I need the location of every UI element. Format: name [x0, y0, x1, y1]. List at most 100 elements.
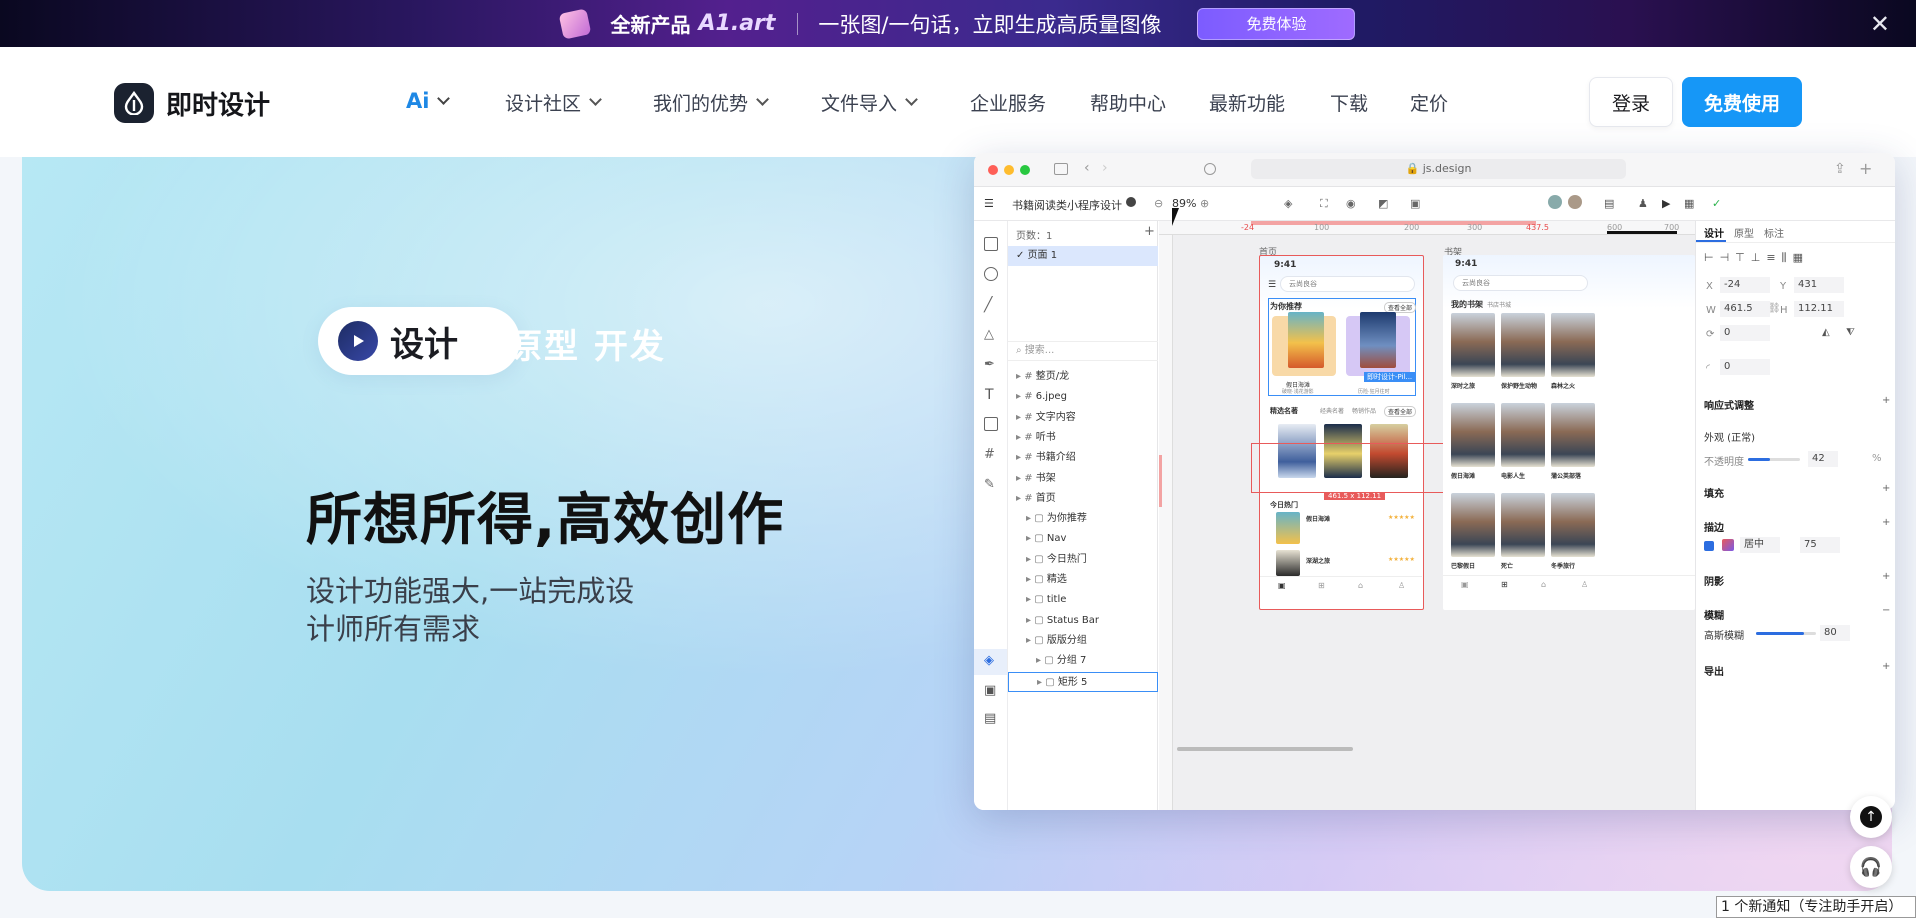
free-use-button[interactable]: 免费使用: [1682, 77, 1802, 127]
zoom-out-icon[interactable]: ⊖: [1154, 197, 1163, 210]
zoom-in-icon[interactable]: ⊕: [1200, 197, 1209, 210]
brush-tool-icon[interactable]: ✎: [984, 477, 995, 492]
expand-caret-icon[interactable]: ▸: [1016, 391, 1024, 402]
h-input[interactable]: 112.11: [1794, 301, 1844, 317]
rotation-input[interactable]: 0: [1720, 325, 1770, 341]
layers-icon[interactable]: ◈: [984, 653, 994, 668]
bookmark-tab-icon[interactable]: ⌂: [1541, 580, 1546, 589]
expand-caret-icon[interactable]: ▸: [1026, 635, 1034, 646]
ellipse-tool-icon[interactable]: [984, 267, 998, 281]
layer-row[interactable]: ▸ ▢ Status Bar: [1008, 611, 1158, 631]
shelf-book-cover[interactable]: [1551, 493, 1595, 557]
category-tab-icon[interactable]: ⊞: [1318, 581, 1325, 590]
tab-design[interactable]: 设计: [1704, 225, 1724, 240]
expand-caret-icon[interactable]: ▸: [1036, 655, 1044, 666]
mask-icon[interactable]: ◩: [1378, 197, 1388, 210]
stroke-width-input[interactable]: 75: [1800, 537, 1840, 553]
category-tab-icon[interactable]: ⊞: [1501, 580, 1508, 589]
close-icon[interactable]: ✕: [1870, 10, 1890, 38]
layer-row[interactable]: ▸ # 首页: [1008, 489, 1158, 509]
lock-ratio-icon[interactable]: ⛓: [1768, 303, 1781, 314]
nav-item-ai[interactable]: Ai: [406, 89, 451, 113]
notification-bar[interactable]: 1 个新通知（专注助手开启）: [1716, 896, 1916, 918]
address-bar[interactable]: 🔒 js.design: [1251, 159, 1626, 179]
close-dot[interactable]: [988, 165, 998, 175]
expand-caret-icon[interactable]: ▸: [1016, 493, 1024, 504]
gift-icon[interactable]: ▤: [1604, 197, 1614, 210]
book-cover[interactable]: [1276, 550, 1300, 576]
user-add-icon[interactable]: ♟: [1638, 197, 1648, 210]
layer-row[interactable]: ▸ ▢ Nav: [1008, 529, 1158, 549]
expand-caret-icon[interactable]: ▸: [1016, 412, 1024, 423]
layer-row[interactable]: ▸ # 6.jpeg: [1008, 387, 1158, 407]
maximize-dot[interactable]: [1020, 165, 1030, 175]
expand-caret-icon[interactable]: ▸: [1016, 473, 1024, 484]
line-tool-icon[interactable]: ╱: [984, 297, 992, 313]
profile-tab-icon[interactable]: ♙: [1398, 581, 1405, 590]
pen-tool-icon[interactable]: ✒: [984, 357, 995, 372]
assets-icon[interactable]: ▣: [984, 683, 996, 698]
support-button[interactable]: 🎧: [1850, 846, 1892, 888]
component-icon[interactable]: ◈: [1284, 197, 1292, 210]
layer-row[interactable]: ▸ ▢ 今日热门: [1008, 550, 1158, 570]
layer-search-input[interactable]: ⌕ 搜索...: [1008, 341, 1158, 361]
add-icon[interactable]: +: [1882, 571, 1890, 582]
bookmark-tab-icon[interactable]: ⌂: [1358, 581, 1363, 590]
pill-other-modes[interactable]: 原型 开发: [508, 319, 666, 368]
promo-banner[interactable]: 全新产品 A1.art 一张图/一句话，立即生成高质量图像 免费体验 ✕: [0, 0, 1916, 47]
expand-caret-icon[interactable]: ▸: [1026, 533, 1034, 544]
frame-tool-icon[interactable]: ⛶: [1320, 197, 1328, 211]
play-icon[interactable]: ▶: [1662, 197, 1670, 210]
layout-icon[interactable]: ▦: [1684, 197, 1694, 210]
layer-row[interactable]: ▸ # 书架: [1008, 469, 1158, 489]
avatar[interactable]: [1568, 195, 1582, 209]
site-logo[interactable]: 即时设计: [114, 83, 270, 123]
menu-icon[interactable]: ☰: [1268, 280, 1276, 290]
blur-value-input[interactable]: 80: [1820, 625, 1850, 641]
expand-caret-icon[interactable]: ▸: [1026, 554, 1034, 565]
expand-caret-icon[interactable]: ▸: [1016, 371, 1024, 382]
nav-item-advantages[interactable]: 我们的优势: [653, 89, 769, 116]
add-icon[interactable]: +: [1882, 483, 1890, 494]
forward-icon[interactable]: ›: [1102, 160, 1108, 176]
add-icon[interactable]: +: [1882, 395, 1890, 406]
shelf-frame[interactable]: 9:41 云尚良谷 我的书架 书店书城 深时之旅 保护野生动物 森林之火 假日海滩 电影…: [1443, 255, 1695, 610]
home-tab-icon[interactable]: ▣: [1278, 581, 1286, 590]
mode-pill[interactable]: 设计: [318, 307, 520, 375]
radius-input[interactable]: 0: [1720, 359, 1770, 375]
stroke-checkbox[interactable]: [1704, 541, 1714, 551]
add-icon[interactable]: +: [1882, 517, 1890, 528]
expand-caret-icon[interactable]: ▸: [1037, 677, 1045, 688]
rectangle-tool-icon[interactable]: [984, 237, 998, 251]
add-page-icon[interactable]: +: [1144, 224, 1155, 239]
flip-horizontal-icon[interactable]: ◭: [1822, 327, 1830, 338]
design-canvas[interactable]: -24 100 200 300 437.5 600 700 首页 书架 9:41…: [1159, 221, 1695, 810]
blur-type-select[interactable]: 高斯模糊: [1704, 627, 1744, 642]
page-item-active[interactable]: ✓ 页面 1: [1008, 246, 1158, 266]
text-tool-icon[interactable]: T: [985, 387, 994, 403]
home-frame[interactable]: 9:41 ☰ 云尚良谷 为你推荐 查看全部 假日海滩 破晓·浅花游影 历险·狂月…: [1259, 255, 1424, 610]
nav-item-pricing[interactable]: 定价: [1410, 89, 1448, 116]
horizontal-scrollbar[interactable]: [1177, 747, 1353, 751]
nav-item-import[interactable]: 文件导入: [821, 89, 918, 116]
expand-caret-icon[interactable]: ▸: [1016, 432, 1024, 443]
see-all-button[interactable]: 查看全部: [1384, 406, 1417, 417]
appearance-mode[interactable]: 外观 (正常): [1704, 429, 1755, 444]
library-icon[interactable]: ▤: [984, 711, 996, 726]
layer-row[interactable]: ▸ ▢ 版版分组: [1008, 631, 1158, 651]
book-cover[interactable]: [1276, 512, 1300, 544]
new-tab-icon[interactable]: +: [1859, 159, 1872, 178]
stroke-position-select[interactable]: 居中: [1740, 537, 1780, 553]
shelf-book-cover[interactable]: [1551, 403, 1595, 467]
team-icon[interactable]: [1126, 197, 1136, 207]
nav-item-new-features[interactable]: 最新功能: [1209, 89, 1285, 116]
layer-row[interactable]: ▸ # 整页/龙: [1008, 367, 1158, 387]
triangle-tool-icon[interactable]: △: [984, 327, 994, 342]
image-tool-icon[interactable]: [984, 417, 998, 431]
tab-annotate[interactable]: 标注: [1764, 225, 1784, 240]
avatar[interactable]: [1548, 195, 1562, 209]
fullscreen-icon[interactable]: ▣: [1410, 197, 1420, 210]
shelf-book-cover[interactable]: [1501, 313, 1545, 377]
menu-icon[interactable]: ☰: [984, 197, 994, 210]
back-icon[interactable]: ‹: [1084, 160, 1090, 176]
